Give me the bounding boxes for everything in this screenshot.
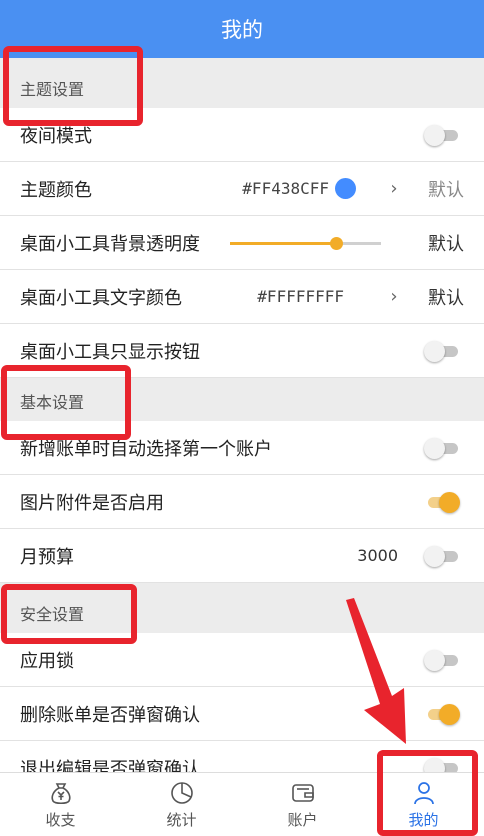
setting-label: 退出编辑是否弹窗确认 [20, 758, 200, 773]
monthly-budget-value: 3000 [357, 546, 398, 565]
highlight-mine-tab [377, 750, 478, 836]
setting-widget-text-color[interactable]: 桌面小工具文字颜色 #FFFFFFFF › 默认 [0, 270, 484, 324]
setting-label: 桌面小工具文字颜色 [20, 287, 182, 309]
theme-color-swatch [335, 178, 356, 199]
tab-label: 账户 [287, 811, 318, 829]
monthly-budget-toggle[interactable] [424, 545, 460, 567]
auto-first-account-toggle[interactable] [424, 437, 460, 459]
setting-theme-color[interactable]: 主题颜色 #FF438CFF › 默认 [0, 162, 484, 216]
opacity-default[interactable]: 默认 [428, 230, 464, 256]
pie-chart-icon [170, 782, 193, 804]
highlight-security-section [1, 584, 137, 644]
chevron-right-icon: › [390, 286, 398, 307]
delete-confirm-toggle[interactable] [424, 703, 460, 725]
widget-text-color-default[interactable]: 默认 [428, 284, 464, 310]
setting-widget-bg-opacity[interactable]: 桌面小工具背景透明度 默认 [0, 216, 484, 270]
setting-image-attachment[interactable]: 图片附件是否启用 [0, 475, 484, 529]
chevron-right-icon: › [390, 178, 398, 199]
setting-label: 主题颜色 [20, 179, 92, 201]
opacity-slider-fill [230, 242, 336, 245]
highlight-basic-section [1, 365, 131, 440]
page-title: 我的 [221, 18, 263, 42]
setting-label: 月预算 [20, 546, 74, 568]
tab-label: 收支 [45, 811, 76, 829]
night-mode-toggle[interactable] [424, 124, 460, 146]
opacity-slider-thumb[interactable] [329, 237, 343, 250]
setting-label: 图片附件是否启用 [20, 492, 164, 514]
widget-text-color-value: #FFFFFFFF [257, 287, 344, 306]
widget-buttons-only-toggle[interactable] [424, 340, 460, 362]
image-attachment-toggle[interactable] [424, 491, 460, 513]
wallet-icon [291, 784, 314, 802]
money-bag-icon [50, 783, 71, 805]
theme-color-value: #FF438CFF [242, 179, 329, 198]
tab-account[interactable]: 账户 [242, 773, 363, 836]
tab-label: 统计 [166, 811, 197, 829]
theme-color-default[interactable]: 默认 [428, 176, 464, 202]
setting-monthly-budget[interactable]: 月预算 3000 [0, 529, 484, 583]
setting-label: 桌面小工具只显示按钮 [20, 341, 200, 363]
app-lock-toggle[interactable] [424, 649, 460, 671]
annotation-arrow-icon [346, 598, 406, 744]
tab-stats[interactable]: 统计 [121, 773, 242, 836]
tab-income[interactable]: 收支 [0, 773, 121, 836]
opacity-slider[interactable] [230, 237, 381, 250]
highlight-theme-section [3, 46, 143, 126]
